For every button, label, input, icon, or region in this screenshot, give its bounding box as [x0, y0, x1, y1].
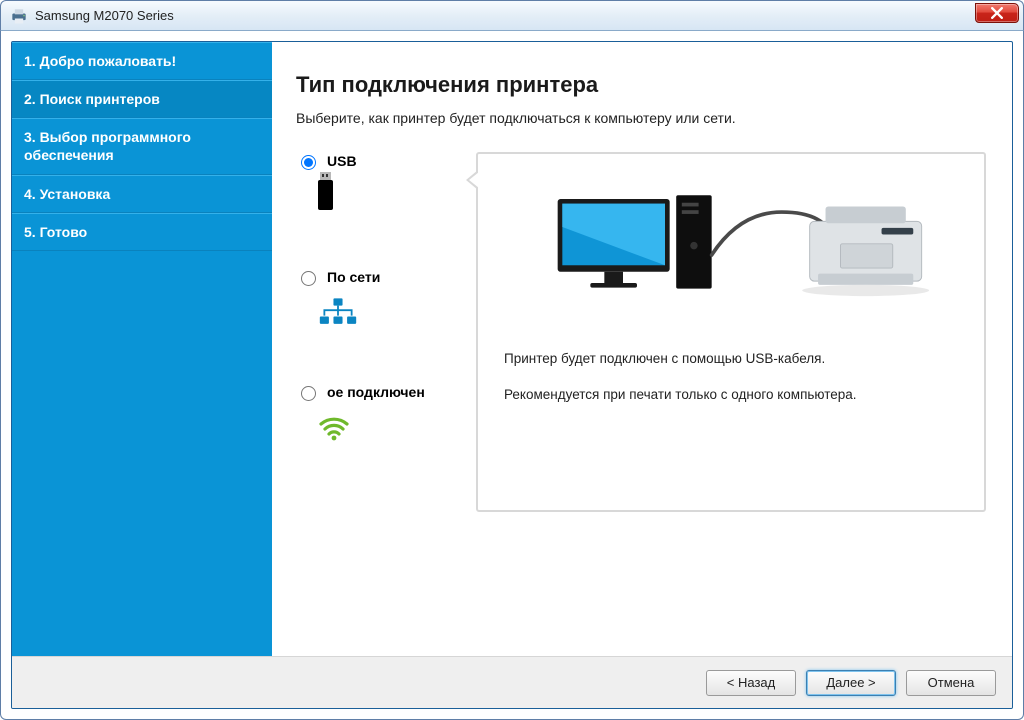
sidebar-step-done[interactable]: 5. Готово: [12, 213, 272, 251]
window: Samsung M2070 Series 1. Добро пожаловать…: [0, 0, 1024, 720]
page-subtitle: Выберите, как принтер будет подключаться…: [296, 110, 986, 126]
connection-options: USB По сети: [296, 152, 476, 455]
page-title: Тип подключения принтера: [296, 72, 986, 98]
back-button[interactable]: < Назад: [706, 670, 796, 696]
window-title: Samsung M2070 Series: [35, 8, 174, 23]
option-network-label: По сети: [327, 269, 380, 285]
radio-usb[interactable]: [301, 155, 316, 170]
usb-stick-icon: [318, 180, 476, 214]
close-button[interactable]: [975, 3, 1019, 23]
connection-illustration: [504, 170, 966, 340]
title-bar: Samsung M2070 Series: [0, 0, 1024, 30]
option-usb[interactable]: USB: [296, 152, 476, 214]
content-row: USB По сети: [296, 152, 986, 512]
option-wireless-label: ое подключен: [327, 384, 425, 400]
option-network[interactable]: По сети: [296, 268, 476, 330]
sidebar-step-welcome[interactable]: 1. Добро пожаловать!: [12, 42, 272, 80]
main-content: Тип подключения принтера Выберите, как п…: [272, 42, 1012, 656]
button-bar: < Назад Далее > Отмена: [12, 656, 1012, 708]
radio-wireless[interactable]: [301, 386, 316, 401]
description-text: Принтер будет подключен с помощью USB-ка…: [504, 348, 966, 406]
description-line-2: Рекомендуется при печати только с одного…: [504, 384, 966, 406]
radio-network[interactable]: [301, 271, 316, 286]
description-line-1: Принтер будет подключен с помощью USB-ка…: [504, 348, 966, 370]
panel-pointer: [466, 170, 478, 190]
option-wireless[interactable]: ое подключен: [296, 384, 476, 445]
printer-icon: [9, 6, 29, 26]
description-panel: Принтер будет подключен с помощью USB-ка…: [476, 152, 986, 512]
sidebar-step-software[interactable]: 3. Выбор программного обеспечения: [12, 118, 272, 175]
sidebar-step-search[interactable]: 2. Поиск принтеров: [12, 80, 272, 118]
sidebar: 1. Добро пожаловать! 2. Поиск принтеров …: [12, 42, 272, 656]
cancel-button[interactable]: Отмена: [906, 670, 996, 696]
next-button[interactable]: Далее >: [806, 670, 896, 696]
option-usb-label: USB: [327, 153, 357, 169]
close-icon: [991, 7, 1003, 19]
client-area: 1. Добро пожаловать! 2. Поиск принтеров …: [0, 30, 1024, 720]
sidebar-step-install[interactable]: 4. Установка: [12, 175, 272, 213]
installer-frame: 1. Добро пожаловать! 2. Поиск принтеров …: [11, 41, 1013, 709]
network-icon: [318, 296, 476, 330]
wifi-icon: [318, 411, 476, 445]
columns: 1. Добро пожаловать! 2. Поиск принтеров …: [12, 42, 1012, 656]
